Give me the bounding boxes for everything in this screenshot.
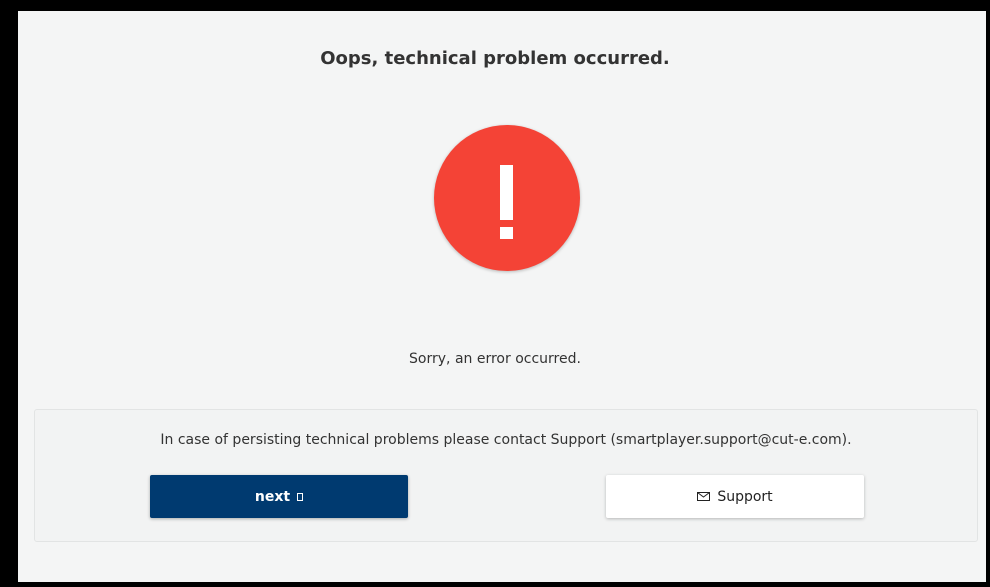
- support-button[interactable]: Support: [606, 475, 864, 518]
- exclamation-dot: [500, 227, 513, 239]
- next-button[interactable]: next: [150, 475, 408, 518]
- support-panel: In case of persisting technical problems…: [34, 409, 978, 542]
- error-message: Sorry, an error occurred.: [409, 351, 581, 367]
- next-square-icon: [297, 492, 304, 501]
- mail-icon: [697, 492, 711, 501]
- support-info-text: In case of persisting technical problems…: [160, 432, 852, 448]
- error-exclamation-icon: [434, 125, 580, 271]
- page-title: Oops, technical problem occurred.: [320, 48, 670, 69]
- next-button-label: next: [254, 488, 291, 505]
- support-button-label: Support: [717, 488, 773, 505]
- exclamation-bar: [500, 165, 513, 220]
